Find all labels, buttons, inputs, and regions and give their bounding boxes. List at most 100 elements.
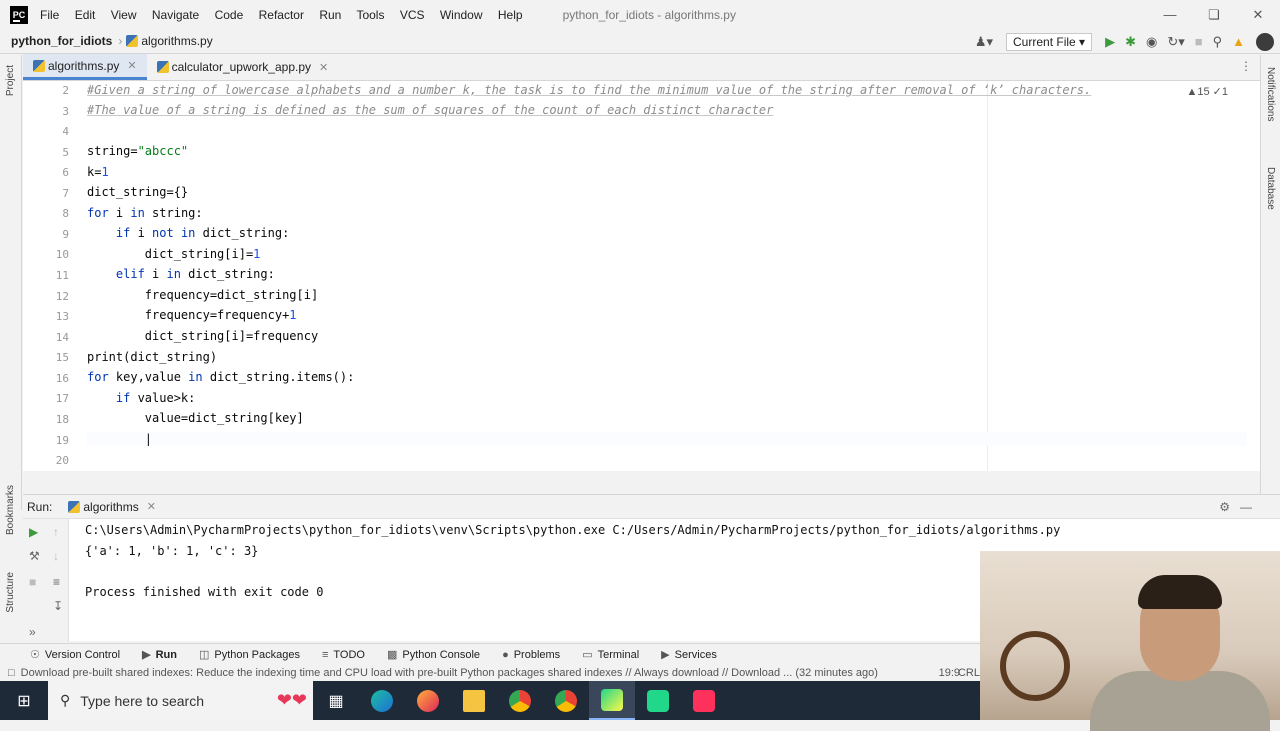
code-token: value>k: <box>130 391 196 405</box>
status-icon: □ <box>8 667 15 679</box>
chrome-profile-icon[interactable] <box>543 681 589 720</box>
notifications-tool-tab[interactable]: Notifications <box>1265 67 1276 121</box>
scroll-up-icon[interactable]: ↑ <box>53 525 59 539</box>
close-tab-icon[interactable]: ✕ <box>319 61 328 74</box>
tab-run[interactable]: ▶ Run <box>142 648 177 662</box>
code-token: dict_string.items(): <box>202 370 355 384</box>
windows-start-icon[interactable]: ⊞ <box>0 681 48 720</box>
presenter-hair <box>1138 575 1222 609</box>
pycharm-taskbar-icon[interactable] <box>589 681 635 720</box>
line-number: 16 <box>55 372 69 385</box>
code-token: k= <box>87 165 102 179</box>
code-line-6: k=1 <box>87 165 109 179</box>
settings-gear-icon[interactable]: ⚙ <box>1219 500 1230 514</box>
file-explorer-icon[interactable] <box>451 681 497 720</box>
menu-vcs[interactable]: VCS <box>400 8 425 22</box>
breadcrumb-file[interactable]: algorithms.py <box>141 34 212 48</box>
stop-icon[interactable]: ■ <box>1195 34 1203 49</box>
more-tabs-icon[interactable]: ⋮ <box>1240 59 1252 73</box>
line-number: 13 <box>55 310 69 323</box>
run-config-select[interactable]: Current File ▾ <box>1006 32 1093 51</box>
cursor-position[interactable]: 19:9 <box>939 667 960 679</box>
firefox-icon[interactable] <box>405 681 451 720</box>
window-title: python_for_idiots - algorithms.py <box>562 7 736 22</box>
search-icon: ⚲ <box>60 692 71 708</box>
menu-tools[interactable]: Tools <box>356 8 384 22</box>
restore-icon[interactable]: ❏ <box>1192 0 1236 29</box>
menu-refactor[interactable]: Refactor <box>259 8 304 22</box>
code-token: in <box>166 267 181 281</box>
soft-wrap-icon[interactable]: ≡ <box>53 575 60 589</box>
code-line-3: #The value of a string is defined as the… <box>87 103 774 117</box>
run-tab-algorithms[interactable]: algorithms ✕ <box>68 500 156 514</box>
tab-terminal[interactable]: ▭ Terminal <box>582 648 639 662</box>
line-number: 12 <box>55 290 69 303</box>
inspection-widget[interactable]: ▲15 ✓1 <box>1186 85 1228 98</box>
database-tool-tab[interactable]: Database <box>1265 167 1276 210</box>
jetbrains-taskbar-icon[interactable] <box>681 681 727 720</box>
breadcrumb-project[interactable]: python_for_idiots <box>11 34 112 48</box>
code-token: i <box>144 267 167 281</box>
coverage-icon[interactable]: ◉ <box>1146 34 1157 50</box>
close-tab-icon[interactable]: ✕ <box>127 59 136 72</box>
python-file-icon <box>68 500 81 513</box>
scroll-down-icon[interactable]: ↓ <box>53 549 59 563</box>
tab-problems[interactable]: ● Problems <box>502 649 560 661</box>
code-line-16: for key,value in dict_string.items(): <box>87 370 354 384</box>
wrench-icon[interactable]: ⚒ <box>29 549 40 563</box>
tab-python-console[interactable]: ▩ Python Console <box>387 648 480 662</box>
close-tab-icon[interactable]: ✕ <box>147 500 156 513</box>
tab-algorithms[interactable]: algorithms.py ✕ <box>23 54 147 80</box>
menu-help[interactable]: Help <box>498 8 523 22</box>
edge-icon[interactable] <box>359 681 405 720</box>
menu-window[interactable]: Window <box>440 8 483 22</box>
jetbrains-avatar[interactable] <box>1256 32 1274 51</box>
menu-navigate[interactable]: Navigate <box>152 8 199 22</box>
tab-services[interactable]: ▶ Services <box>661 648 717 662</box>
stop-icon[interactable]: ■ <box>29 575 36 589</box>
btab-label: TODO <box>333 648 365 661</box>
run-icon[interactable]: ▶ <box>1105 34 1115 50</box>
code-token: if <box>87 226 131 240</box>
pycharm-ce-taskbar-icon[interactable] <box>635 681 681 720</box>
services-icon: ▶ <box>661 649 670 661</box>
bookmarks-tool-tab[interactable]: Bookmarks <box>5 485 16 535</box>
chrome-icon[interactable] <box>497 681 543 720</box>
status-message[interactable]: Download pre-built shared indexes: Reduc… <box>21 667 878 679</box>
line-separator[interactable]: CRL <box>958 667 980 679</box>
menu-code[interactable]: Code <box>215 8 244 22</box>
more-icon[interactable]: » <box>29 625 36 639</box>
title-bar: PC File Edit View Navigate Code Refactor… <box>0 0 1280 29</box>
code-editor[interactable]: 2 3 4 5 6 7 8 9 10 11 12 13 14 15 16 17 … <box>23 81 1260 471</box>
menu-run[interactable]: Run <box>319 8 341 22</box>
line-number: 9 <box>62 228 69 241</box>
rerun-icon[interactable]: ▶ <box>29 525 38 539</box>
scroll-to-end-icon[interactable]: ↧ <box>53 599 63 613</box>
menu-view[interactable]: View <box>111 8 137 22</box>
close-icon[interactable]: ✕ <box>1236 0 1280 29</box>
code-line-2: #Given a string of lowercase alphabets a… <box>87 83 1092 97</box>
profile-icon[interactable]: ↻▾ <box>1167 34 1184 50</box>
user-icon[interactable]: ♟▾ <box>975 34 993 50</box>
tab-version-control[interactable]: ☉ Version Control <box>30 648 120 662</box>
project-tool-tab[interactable]: Project <box>5 65 16 96</box>
minimize-icon[interactable]: — <box>1148 0 1192 29</box>
hide-panel-icon[interactable]: — <box>1240 500 1252 514</box>
debug-icon[interactable]: ✱ <box>1125 34 1136 50</box>
packages-icon: ◫ <box>198 649 210 661</box>
code-line-7: dict_string={} <box>87 185 189 199</box>
taskbar-search[interactable]: ⚲ Type here to search ❤❤ <box>48 681 313 720</box>
tab-python-packages[interactable]: ◫ Python Packages <box>198 648 300 662</box>
task-view-icon[interactable]: ▦ <box>313 681 359 720</box>
code-token: "abccc" <box>137 144 189 158</box>
line-number: 4 <box>62 125 69 138</box>
line-number: 8 <box>62 207 69 220</box>
code-token: key,value <box>108 370 189 384</box>
update-icon[interactable]: ▲ <box>1232 34 1245 49</box>
menu-file[interactable]: File <box>40 8 59 22</box>
tab-calculator-upwork-app[interactable]: calculator_upwork_app.py ✕ <box>147 54 339 80</box>
menu-edit[interactable]: Edit <box>75 8 96 22</box>
search-icon[interactable]: ⚲ <box>1213 34 1223 50</box>
tab-todo[interactable]: ≡ TODO <box>322 649 365 661</box>
structure-tool-tab[interactable]: Structure <box>5 572 16 613</box>
